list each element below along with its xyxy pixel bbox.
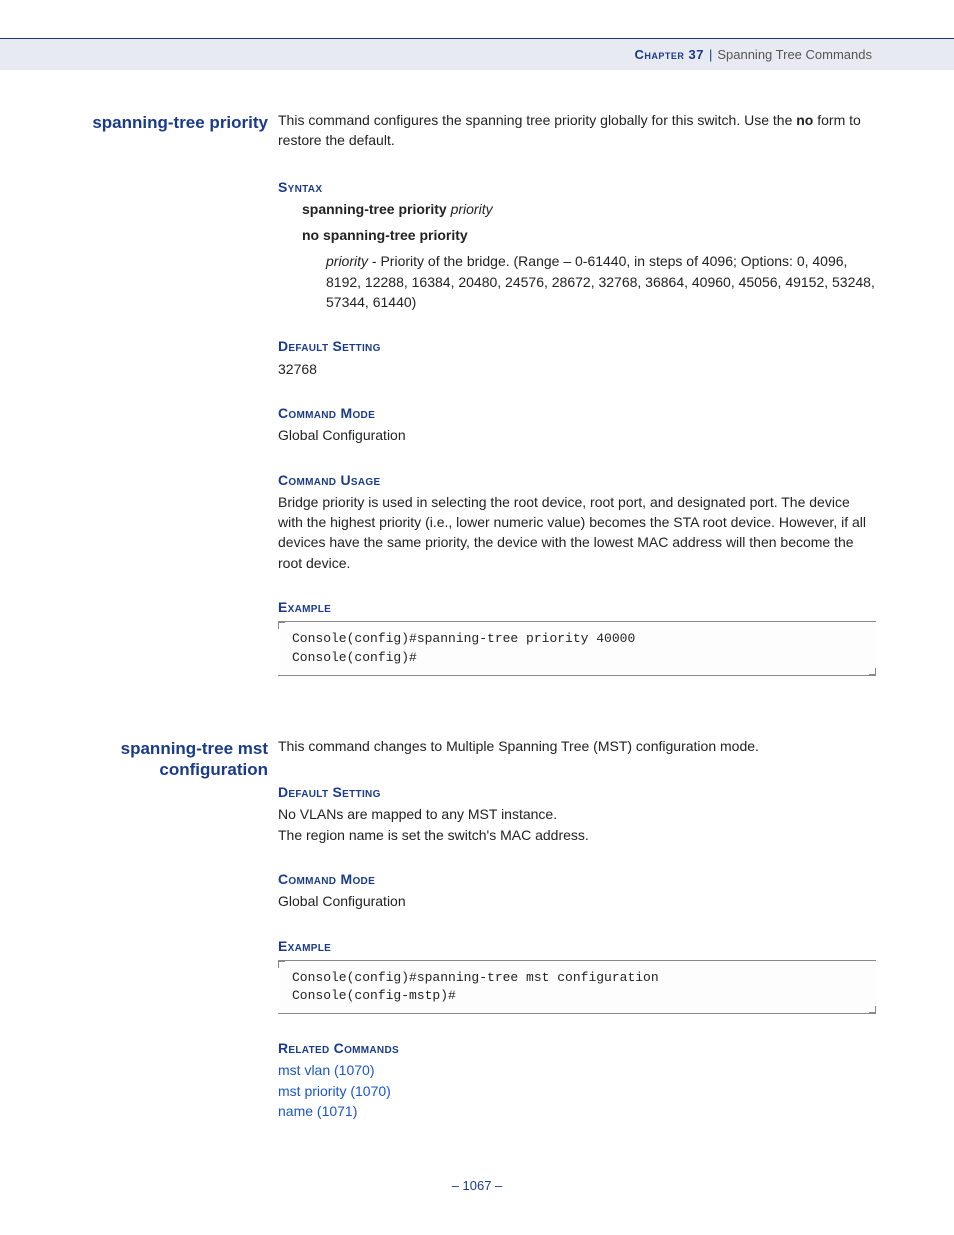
block-text: Global Configuration [278,425,876,445]
related-command-link[interactable]: name (1071) [278,1101,876,1121]
block-heading: Command Usage [278,470,876,490]
command-body: This command configures the spanning tre… [278,110,876,700]
section-block: Syntaxspanning-tree priority priority no … [278,177,876,313]
block-heading: Example [278,597,876,617]
related-command-link[interactable]: mst priority (1070) [278,1081,876,1101]
page-content: spanning-tree priorityThis command confi… [78,110,876,1181]
section-block: Related Commandsmst vlan (1070)mst prior… [278,1038,876,1121]
command-body: This command changes to Multiple Spannin… [278,736,876,1146]
page-number: – 1067 – [0,1178,954,1193]
code-example: Console(config)#spanning-tree priority 4… [278,621,876,675]
block-heading: Related Commands [278,1038,876,1058]
command-intro: This command changes to Multiple Spannin… [278,736,876,756]
block-heading: Default Setting [278,336,876,356]
block-text: Global Configuration [278,891,876,911]
block-heading: Syntax [278,177,876,197]
syntax-line: spanning-tree priority priority [278,199,876,219]
block-heading: Example [278,936,876,956]
block-text: No VLANs are mapped to any MST instance.… [278,804,876,845]
section-block: Example Console(config)#spanning-tree pri… [278,597,876,676]
section-block: Default Setting 32768 [278,336,876,379]
syntax-line: no spanning-tree priority [278,225,876,245]
page-header: Chapter 37 | Spanning Tree Commands [0,38,954,70]
command-section: spanning-tree priorityThis command confi… [78,110,876,700]
command-intro: This command configures the spanning tre… [278,110,876,151]
related-command-link[interactable]: mst vlan (1070) [278,1060,876,1080]
section-block: Example Console(config)#spanning-tree mst… [278,936,876,1015]
block-heading: Default Setting [278,782,876,802]
section-block: Default SettingNo VLANs are mapped to an… [278,782,876,845]
block-heading: Command Mode [278,869,876,889]
command-name: spanning-tree priority [78,110,278,700]
block-heading: Command Mode [278,403,876,423]
section-block: Command ModeGlobal Configuration [278,869,876,912]
block-text: Bridge priority is used in selecting the… [278,492,876,573]
parameter-description: priority - Priority of the bridge. (Rang… [278,251,876,312]
block-text: 32768 [278,359,876,379]
command-name: spanning-tree mst configuration [78,736,278,1146]
command-section: spanning-tree mst configurationThis comm… [78,736,876,1146]
code-example: Console(config)#spanning-tree mst config… [278,960,876,1014]
section-block: Command ModeGlobal Configuration [278,403,876,446]
header-separator: | [709,47,712,62]
section-block: Command UsageBridge priority is used in … [278,470,876,573]
header-title: Spanning Tree Commands [717,47,872,62]
chapter-label: Chapter 37 [634,47,703,62]
